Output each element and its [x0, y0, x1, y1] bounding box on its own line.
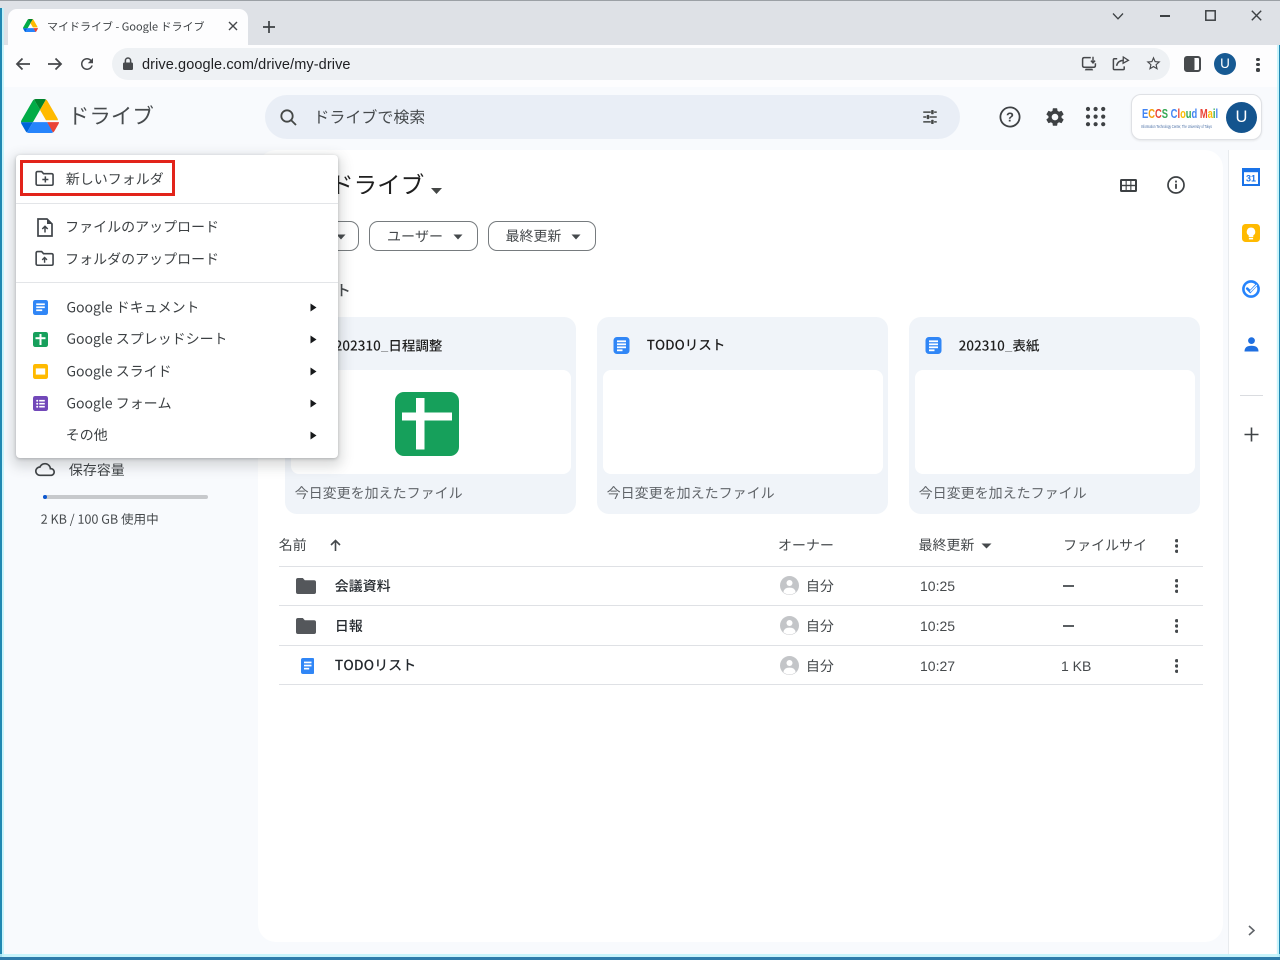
svg-text:31: 31 [1246, 174, 1256, 184]
svg-text:Information Technology Center,: Information Technology Center, The Unive… [1141, 124, 1212, 129]
svg-text:?: ? [1006, 110, 1014, 125]
